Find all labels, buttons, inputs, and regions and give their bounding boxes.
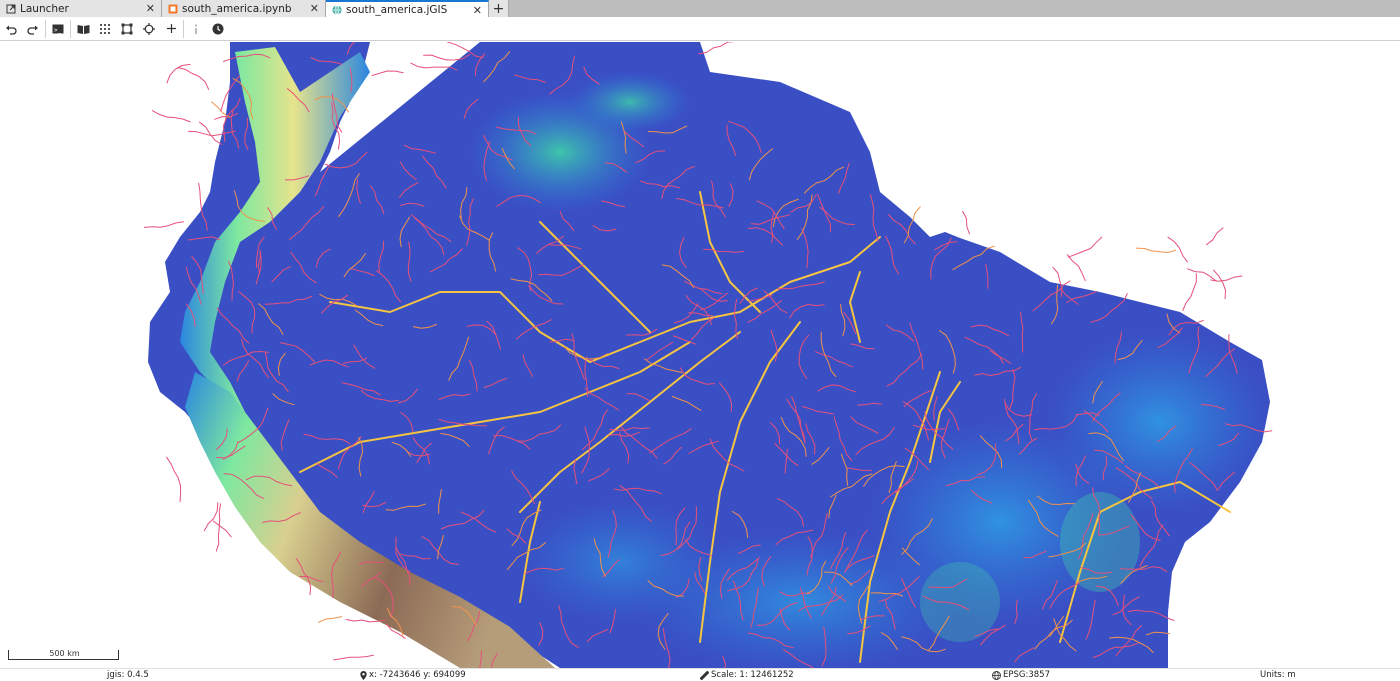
river-tributary [143,221,184,228]
add-tab-button[interactable]: + [489,0,509,17]
ruler-icon [700,670,709,680]
globe-icon [332,4,342,15]
river-tributary [1135,247,1176,253]
river-tributary [166,456,182,503]
river-tributary [1167,236,1188,263]
crosshair-icon [143,22,155,35]
undo-button[interactable] [0,18,22,40]
svg-text:>_: >_ [54,27,62,34]
scale-bar-label: 500 km [49,649,80,658]
scale-text: Scale: 1: 12461252 [711,670,794,680]
river-tributary [318,616,343,623]
redo-icon [27,25,38,35]
tab-launcher[interactable]: Launcher ✕ [0,0,162,17]
identify-button[interactable] [138,18,160,40]
crs-text: EPSG:3857 [1003,670,1050,680]
river-tributary [1066,254,1086,282]
terminal-button[interactable]: >_ [47,18,69,40]
location-pin-icon [360,670,367,680]
river-tributary [1067,236,1103,258]
status-bar: jgis: 0.4.5 x: -7243646 y: 694099 Scale:… [0,668,1400,681]
info-icon [195,24,197,34]
notebook-icon [168,4,178,14]
units-display: Units: m [1260,670,1296,680]
river-tributary [1187,268,1217,282]
river-tributary [166,63,191,84]
river-tributary [333,654,374,661]
undo-icon [6,25,17,35]
toolbar-separator [70,19,71,38]
grid-icon [100,23,110,34]
terminal-icon: >_ [52,24,64,34]
crs-display[interactable]: EPSG:3857 [992,670,1050,680]
toolbar: >_ [0,17,1400,41]
coordinates-display: x: -7243646 y: 694099 [360,670,466,680]
close-icon[interactable]: ✕ [473,4,482,17]
tab-bar: Launcher ✕ south_america.ipynb ✕ south_a… [0,0,1400,17]
redo-button[interactable] [22,18,44,40]
toolbar-separator [183,19,184,38]
tab-label: Launcher [20,2,69,15]
river-tributary [371,70,404,77]
version-label: jgis: 0.4.5 [107,670,149,680]
coordinates-text: x: -7243646 y: 694099 [369,670,466,680]
river-tributary [1206,227,1224,246]
tab-label: south_america.jGIS [346,3,448,16]
river-tributary [212,520,232,538]
history-icon [212,23,224,34]
scale-bar: 500 km [8,649,119,660]
layers-button[interactable] [72,18,94,40]
history-button[interactable] [207,18,229,40]
river-tributary [698,42,735,55]
tab-jgis[interactable]: south_america.jGIS ✕ [326,0,489,17]
launcher-icon [6,4,16,14]
river-tributary [151,110,191,123]
globe-icon [992,670,1001,680]
info-button[interactable] [185,18,207,40]
river-tributary [203,502,219,532]
tab-label: south_america.ipynb [182,2,292,15]
add-button[interactable] [160,18,182,40]
river-tributary [962,210,970,235]
map-canvas[interactable] [0,42,1400,668]
river-tributary [177,67,210,90]
close-icon[interactable]: ✕ [310,2,319,15]
raster-button[interactable] [94,18,116,40]
units-text: Units: m [1260,670,1296,680]
scale-display: Scale: 1: 12461252 [700,670,794,680]
river-tributary [1182,273,1197,311]
vector-button[interactable] [116,18,138,40]
book-icon [77,24,89,34]
toolbar-separator [45,19,46,38]
river-tributary [1213,269,1227,300]
plus-icon [166,24,176,33]
version-text: jgis: 0.4.5 [107,670,149,680]
tab-notebook[interactable]: south_america.ipynb ✕ [162,0,326,17]
vector-shape-icon [121,23,133,34]
elevation-river-map [143,42,1273,668]
close-icon[interactable]: ✕ [146,2,155,15]
